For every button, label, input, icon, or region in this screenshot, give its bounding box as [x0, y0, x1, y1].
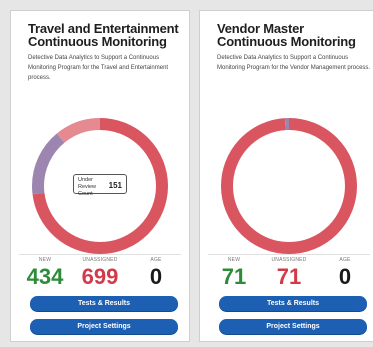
stat-age-value: 0 [149, 264, 163, 289]
card-description: Detective Data Analytics to Support a Co… [217, 55, 371, 71]
stat-new-label: NEW [227, 257, 241, 263]
stat-new-label: NEW [38, 257, 52, 263]
stat-age: AGE 0 [128, 257, 184, 289]
dashboard: Travel and Entertainment Continuous Moni… [0, 0, 373, 347]
project-settings-button[interactable]: Project Settings [219, 319, 367, 334]
tooltip-label: Under Review Count [78, 177, 97, 197]
stat-age-label: AGE [150, 257, 162, 263]
stat-unassigned-label: UNASSIGNED [271, 257, 307, 263]
stat-unassigned-label: UNASSIGNED [82, 257, 118, 263]
stat-unassigned-value: 71 [276, 264, 302, 289]
card-description: Detective Data Analytics to Support a Co… [28, 55, 169, 81]
stat-age: AGE 0 [317, 257, 373, 289]
stat-age-label: AGE [339, 257, 351, 263]
status-donut-chart[interactable] [214, 111, 364, 261]
stat-age-value: 0 [338, 264, 352, 289]
project-settings-button[interactable]: Project Settings [30, 319, 178, 334]
stat-unassigned: UNASSIGNED 699 [72, 257, 128, 289]
tests-results-button[interactable]: Tests & Results [219, 296, 367, 311]
card-title: Vendor Master Continuous Monitoring [217, 21, 356, 49]
stat-new-value: 434 [26, 264, 64, 289]
project-card-vendor: Vendor Master Continuous Monitoring Dete… [199, 10, 373, 342]
stat-new: NEW 434 [17, 257, 73, 289]
stat-new-value: 71 [221, 264, 247, 289]
project-card-travel: Travel and Entertainment Continuous Moni… [10, 10, 190, 342]
card-title: Travel and Entertainment Continuous Moni… [28, 21, 179, 49]
divider [19, 254, 181, 255]
tooltip-value: 151 [108, 181, 122, 190]
donut-tooltip: Under Review Count 151 [73, 174, 127, 197]
tests-results-button[interactable]: Tests & Results [30, 296, 178, 311]
divider [208, 254, 370, 255]
stat-new: NEW 71 [206, 257, 262, 289]
donut-segment-unassigned[interactable] [221, 118, 357, 254]
stat-unassigned: UNASSIGNED 71 [261, 257, 317, 289]
stat-unassigned-value: 699 [81, 264, 119, 289]
